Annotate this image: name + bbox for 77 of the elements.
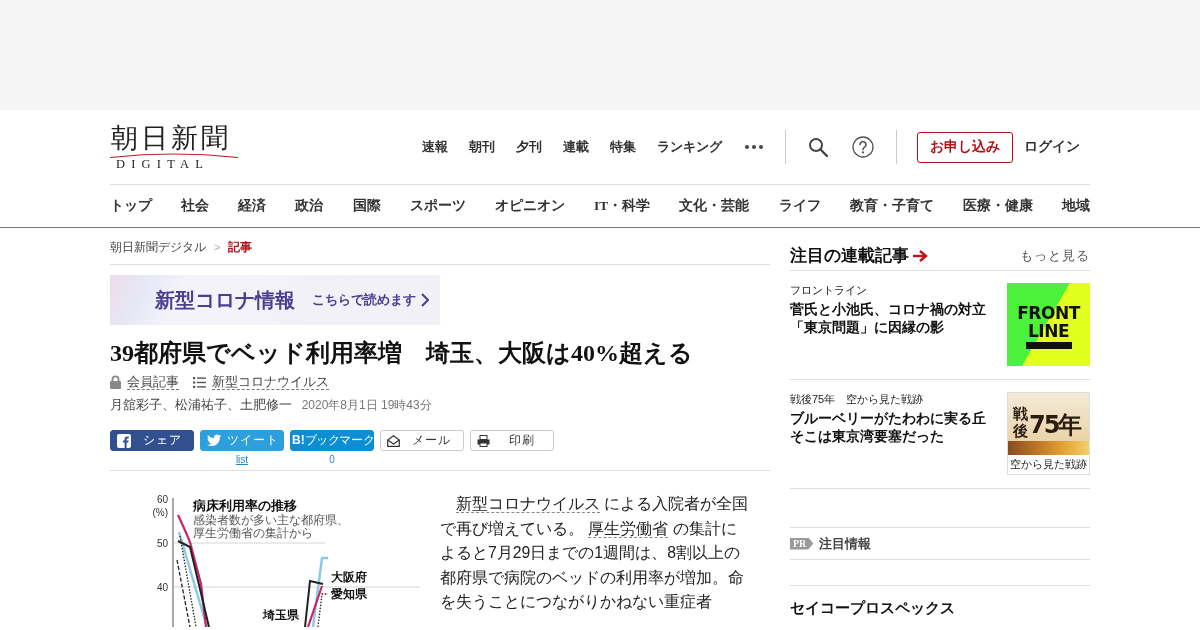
category-link[interactable]: 政治 bbox=[295, 197, 324, 215]
share-count: 0 bbox=[329, 453, 335, 467]
promo-link[interactable]: セイコープロスペックス bbox=[790, 599, 955, 616]
label-strip-drawing bbox=[1025, 342, 1072, 349]
category-link[interactable]: 医療・健康 bbox=[962, 197, 1033, 215]
nav-link[interactable]: 朝刊 bbox=[469, 138, 495, 156]
article-authors: 月舘彩子、松浦祐子、土肥修一 bbox=[110, 397, 292, 412]
help-icon[interactable] bbox=[852, 136, 874, 158]
pr-label: PR bbox=[790, 537, 814, 550]
series-name: 戦後75年 空から見た戦跡 bbox=[790, 392, 925, 406]
topic-link[interactable]: 新型コロナウイルス bbox=[212, 374, 329, 390]
nav-link[interactable]: ランキング bbox=[657, 138, 722, 156]
article-date: 2020年8月1日 19時43分 bbox=[301, 398, 432, 412]
category-link[interactable]: 文化・芸能 bbox=[679, 197, 750, 215]
axis-tick-label: 40 bbox=[156, 582, 168, 593]
nav-link[interactable]: 特集 bbox=[610, 138, 636, 156]
chart-title: 病床利用率の推移 bbox=[193, 498, 297, 513]
breadcrumb-separator: > bbox=[214, 241, 221, 253]
series-label: 大阪府 bbox=[331, 570, 367, 584]
logo-tagline[interactable]: DIGITAL bbox=[116, 157, 210, 171]
inline-link[interactable]: 新型コロナウイルス bbox=[455, 495, 600, 513]
category-link[interactable]: オピニオン bbox=[494, 197, 565, 215]
lock-icon bbox=[110, 375, 121, 389]
arrow-icon bbox=[913, 250, 928, 262]
series-label: 埼玉県 bbox=[263, 608, 299, 622]
nav-link[interactable]: 速報 bbox=[422, 138, 448, 156]
series-label: 愛知県 bbox=[331, 587, 367, 601]
banner-title: 新型コロナ情報 bbox=[155, 287, 295, 313]
signup-button[interactable]: お申し込み bbox=[917, 131, 1013, 163]
category-link[interactable]: ライフ bbox=[778, 197, 821, 215]
more-link[interactable]: もっと見る bbox=[1020, 247, 1090, 265]
axis-tick-label: 60 bbox=[156, 494, 168, 505]
nav-link[interactable]: 連載 bbox=[563, 138, 589, 156]
category-link[interactable]: 地域 bbox=[1061, 197, 1090, 215]
facebook-share-button[interactable]: シェア bbox=[110, 430, 194, 451]
inline-link[interactable]: 厚生労働省 bbox=[588, 519, 669, 538]
thumbnail-text: 戦後 bbox=[1013, 406, 1028, 439]
section-title: 注目情報 bbox=[819, 534, 872, 553]
bird-icon bbox=[207, 434, 222, 447]
thumbnail-text: 75年 bbox=[1029, 411, 1081, 439]
category-link[interactable]: 国際 bbox=[352, 197, 381, 215]
facebook-icon bbox=[117, 433, 131, 448]
article-title: 39都府県でベッド利用率増 埼玉、大阪は40%超える bbox=[110, 339, 694, 368]
category-link[interactable]: 教育・子育て bbox=[849, 197, 934, 215]
banner-link-text: こちらで読めます bbox=[312, 291, 416, 309]
logo-wordmark[interactable]: 朝日新聞 bbox=[111, 123, 231, 152]
printer-icon bbox=[477, 434, 490, 447]
article-link[interactable]: 菅氏と小池氏、コロナ禍の対立「東京問題」に因縁の影 bbox=[790, 300, 995, 336]
category-link[interactable]: トップ bbox=[110, 197, 152, 215]
category-link[interactable]: IT・科学 bbox=[594, 197, 651, 215]
envelope-icon bbox=[387, 434, 400, 447]
tweet-count-link[interactable]: list bbox=[235, 453, 249, 467]
article-paragraph: 新型コロナウイルス による入院者が全国で再び増えている。 厚生労働省 の集計によると7月29日までの1週間は、8割以上の都府県で病院のベッドの利用率が増加。命を失うことにつながりかねない重症者 bbox=[440, 494, 750, 612]
breadcrumb-link[interactable]: 記事 bbox=[228, 238, 253, 256]
bookmark-button[interactable]: B!ブックマーク bbox=[290, 430, 374, 451]
print-button[interactable]: 印刷 bbox=[470, 430, 554, 451]
category-link[interactable]: 経済 bbox=[238, 197, 267, 215]
swoosh-icon bbox=[110, 151, 238, 158]
members-article-link[interactable]: 会員記事 bbox=[127, 374, 179, 390]
nav-link[interactable]: 夕刊 bbox=[516, 138, 542, 156]
axis-unit-label: (%) bbox=[152, 507, 168, 518]
search-icon[interactable] bbox=[808, 137, 828, 157]
mail-button[interactable]: メール bbox=[380, 430, 464, 451]
more-icon[interactable] bbox=[745, 145, 763, 149]
series-name: フロントライン bbox=[790, 283, 868, 297]
axis-tick-label: 50 bbox=[156, 538, 168, 549]
chevron-icon bbox=[421, 293, 429, 307]
section-title: 注目の連載記事 bbox=[790, 245, 909, 266]
covid-info-banner[interactable]: 新型コロナ情報 こちらで読めます bbox=[110, 275, 440, 325]
category-link[interactable]: 社会 bbox=[181, 197, 210, 215]
category-link[interactable]: スポーツ bbox=[409, 197, 466, 215]
chart-subtitle: 感染者数が多い主な都府県、 厚生労働省の集計から bbox=[193, 513, 349, 540]
breadcrumb-link[interactable]: 朝日新聞デジタル bbox=[110, 238, 206, 256]
article-link[interactable]: ブルーベリーがたわわに実る丘そこは東京湾要塞だった bbox=[790, 409, 995, 445]
list-icon bbox=[193, 376, 206, 388]
login-link[interactable]: ログイン bbox=[1024, 138, 1080, 156]
thumbnail-caption: 空から見た戦跡 bbox=[1009, 456, 1088, 472]
